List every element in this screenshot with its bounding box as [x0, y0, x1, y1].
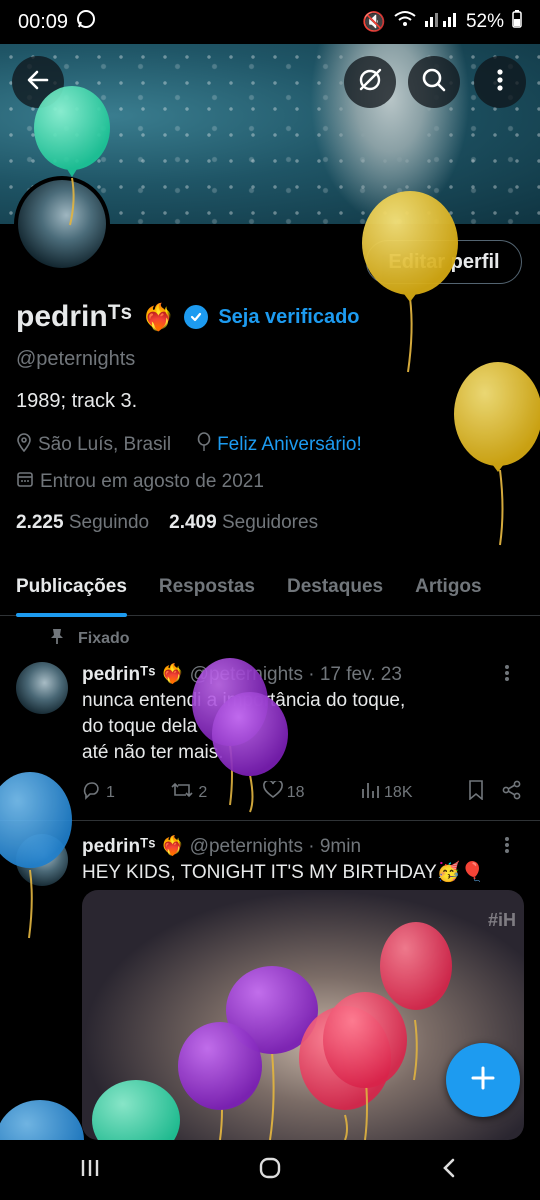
birthday-balloons — [0, 86, 540, 1180]
balloon-red-2 — [323, 992, 407, 1141]
home-icon[interactable] — [259, 1157, 281, 1184]
balloon-gold-1 — [362, 191, 458, 373]
compose-post-button[interactable] — [446, 1043, 520, 1117]
balloon-purple-4 — [178, 1022, 262, 1141]
plus-icon — [470, 1065, 496, 1096]
balloon-blue-1 — [0, 772, 72, 939]
recent-apps-icon[interactable] — [79, 1157, 101, 1184]
balloon-gold-2 — [454, 362, 540, 546]
system-nav-bar — [0, 1140, 540, 1200]
back-nav-icon[interactable] — [439, 1157, 461, 1184]
balloon-green — [34, 86, 110, 226]
balloon-purple-2 — [212, 692, 288, 813]
